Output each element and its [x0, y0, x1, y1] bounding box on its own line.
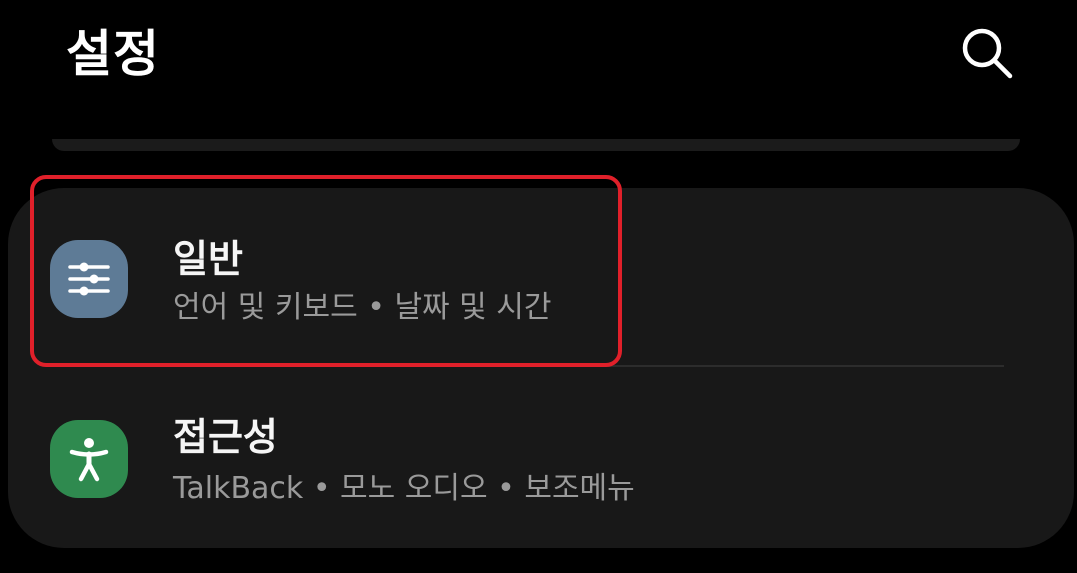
settings-item-general[interactable]: 일반 언어 및 키보드 • 날짜 및 시간	[38, 188, 1038, 364]
settings-item-accessibility[interactable]: 접근성 TalkBack • 모노 오디오 • 보조메뉴	[38, 368, 1038, 544]
settings-item-title: 접근성	[173, 415, 278, 459]
page-title: 설정	[66, 25, 160, 83]
settings-item-subtitle: TalkBack • 모노 오디오 • 보조메뉴	[173, 471, 635, 506]
accessibility-icon	[50, 420, 128, 498]
settings-card: 일반 언어 및 키보드 • 날짜 및 시간 접근성 TalkBack • 모노 …	[8, 188, 1074, 548]
settings-item-title: 일반	[173, 237, 243, 281]
search-icon	[962, 28, 1013, 79]
divider	[178, 365, 1004, 367]
settings-item-subtitle: 언어 및 키보드 • 날짜 및 시간	[173, 290, 552, 325]
previous-card-edge	[52, 139, 1020, 151]
search-button[interactable]	[956, 22, 1018, 84]
sliders-icon	[50, 240, 128, 318]
